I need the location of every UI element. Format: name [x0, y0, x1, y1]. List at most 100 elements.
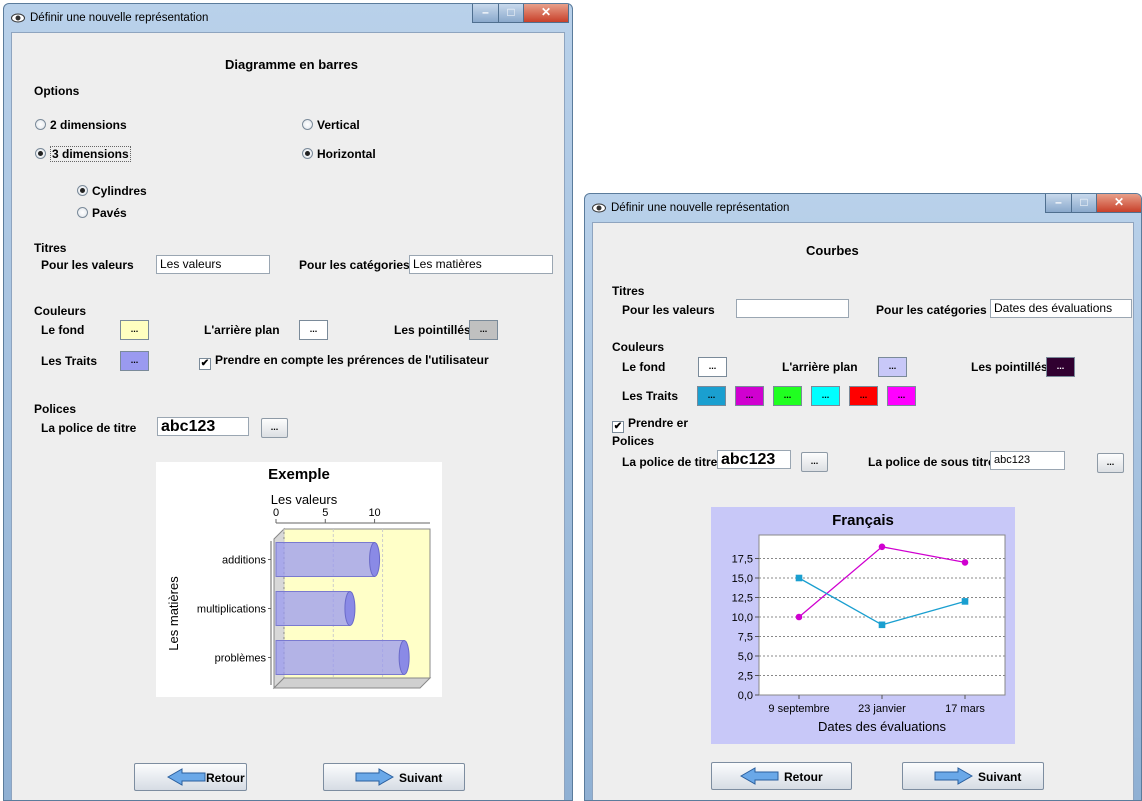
x-axis-label: Dates des évaluations: [818, 719, 946, 734]
y-axis-label: Les matières: [166, 576, 181, 651]
radio-icon[interactable]: [35, 119, 46, 130]
trait-color-3-button[interactable]: ...: [773, 386, 802, 406]
radio-vertical[interactable]: Vertical: [302, 118, 360, 132]
preferences-checkbox[interactable]: ✔ Prendre en compte les prérences de l'ut…: [199, 353, 489, 370]
y-tick-label: 0,0: [738, 690, 753, 702]
pointilles-color-button[interactable]: ...: [469, 320, 498, 340]
eye-icon: [592, 203, 606, 213]
le-fond-label: Le fond: [41, 323, 85, 337]
right-window-title: Définir une nouvelle représentation: [611, 202, 790, 214]
radio-icon[interactable]: [77, 207, 88, 218]
le-fond-label: Le fond: [622, 360, 666, 374]
les-traits-label: Les Traits: [622, 389, 679, 403]
x-tick-label: 23 janvier: [858, 703, 906, 715]
y-tick-label: 5,0: [738, 651, 753, 663]
x-axis-label: Les valeurs: [271, 492, 338, 507]
radio-paves[interactable]: Pavés: [77, 206, 127, 220]
maximize-button[interactable]: □: [498, 4, 524, 23]
x-tick-label: 10: [368, 507, 380, 519]
titres-label: Titres: [612, 284, 645, 298]
les-traits-label: Les Traits: [41, 354, 98, 368]
polices-label: Polices: [612, 434, 655, 448]
trait-color-1-button[interactable]: ...: [697, 386, 726, 406]
right-window: Définir une nouvelle représentation – □ …: [584, 193, 1142, 801]
arriere-color-button[interactable]: ...: [299, 320, 328, 340]
y-tick-label: multiplications: [197, 604, 267, 616]
data-point: [795, 613, 803, 621]
police-sous-titre-input[interactable]: abc123: [990, 451, 1065, 470]
trait-color-5-button[interactable]: ...: [849, 386, 878, 406]
trait-color-6-button[interactable]: ...: [887, 386, 916, 406]
close-button[interactable]: ✕: [523, 4, 569, 23]
chart-type-heading: Courbes: [806, 243, 859, 258]
left-title-bar: Définir une nouvelle représentation – □ …: [4, 4, 572, 32]
radio-selected-icon[interactable]: [35, 148, 46, 159]
categories-title-input[interactable]: Les matières: [409, 255, 553, 274]
police-sous-titre-button[interactable]: ...: [1097, 453, 1124, 473]
radio-cylindres[interactable]: Cylindres: [77, 184, 147, 198]
radio-icon[interactable]: [302, 119, 313, 130]
retour-button[interactable]: Retour: [711, 762, 852, 790]
x-tick-label: 9 septembre: [768, 703, 829, 715]
radio-2d[interactable]: 2 dimensions: [35, 118, 127, 132]
radio-selected-icon[interactable]: [77, 185, 88, 196]
radio-3d[interactable]: 3 dimensions: [35, 146, 131, 162]
valeurs-title-input[interactable]: [736, 299, 849, 318]
valeurs-title-input[interactable]: Les valeurs: [156, 255, 270, 274]
chart-title: Français: [832, 512, 894, 529]
police-titre-input[interactable]: abc123: [157, 417, 249, 436]
police-titre-input[interactable]: abc123: [717, 450, 791, 469]
police-sous-titre-label: La police de sous titre: [868, 455, 995, 469]
left-window-body: Diagramme en barres Options 2 dimensions…: [11, 32, 565, 800]
bar-cap: [398, 640, 410, 675]
preferences-checkbox[interactable]: ✔ Prendre er: [612, 416, 688, 433]
pointilles-label: Les pointillés: [971, 360, 1048, 374]
minimize-button[interactable]: –: [1045, 194, 1072, 213]
police-titre-button[interactable]: ...: [801, 452, 828, 472]
bar: [275, 591, 351, 626]
data-point: [878, 543, 886, 551]
radio-horizontal[interactable]: Horizontal: [302, 147, 376, 161]
checkbox-checked-icon[interactable]: ✔: [612, 421, 624, 433]
bar-cap: [344, 591, 356, 626]
right-title-bar: Définir une nouvelle représentation – □ …: [585, 194, 1141, 222]
radio-selected-icon[interactable]: [302, 148, 313, 159]
arriere-plan-label: L'arrière plan: [782, 360, 858, 374]
eye-icon: [11, 13, 25, 23]
pour-categories-label: Pour les catégories: [876, 303, 987, 317]
chart-type-heading: Diagramme en barres: [225, 57, 358, 72]
left-window-title: Définir une nouvelle représentation: [30, 12, 209, 24]
bar-chart-preview: Exemple Les valeurs0 5 10 Les matières additi…: [156, 462, 442, 697]
arriere-plan-label: L'arrière plan: [204, 323, 280, 337]
trait-color-4-button[interactable]: ...: [811, 386, 840, 406]
left-window: Définir une nouvelle représentation – □ …: [3, 3, 573, 801]
minimize-button[interactable]: –: [472, 4, 499, 23]
bar: [275, 640, 405, 675]
data-point: [961, 598, 969, 605]
y-tick-label: 2,5: [738, 671, 753, 683]
y-tick-label: 7,5: [738, 632, 753, 644]
maximize-button[interactable]: □: [1071, 194, 1097, 213]
suivant-button[interactable]: Suivant: [323, 763, 465, 791]
checkbox-checked-icon[interactable]: ✔: [199, 358, 211, 370]
categories-title-input[interactable]: Dates des évaluations: [990, 299, 1132, 318]
trait-color-2-button[interactable]: ...: [735, 386, 764, 406]
traits-color-button[interactable]: ...: [120, 351, 149, 371]
retour-button[interactable]: Retour: [134, 763, 247, 791]
x-tick-label: 17 mars: [945, 703, 985, 715]
line-chart-preview: Français 0,0 2,5 5,0 7,5 10,0 12,5 15,0 17,5 9 se…: [711, 507, 1015, 744]
close-button[interactable]: ✕: [1096, 194, 1141, 213]
y-tick-label: problèmes: [215, 653, 267, 665]
pour-categories-label: Pour les catégories: [299, 258, 410, 272]
fond-color-button[interactable]: ...: [698, 357, 727, 377]
suivant-button[interactable]: Suivant: [902, 762, 1044, 790]
arriere-color-button[interactable]: ...: [878, 357, 907, 377]
pointilles-color-button[interactable]: ...: [1046, 357, 1075, 377]
police-titre-label: La police de titre: [622, 455, 718, 469]
fond-color-button[interactable]: ...: [120, 320, 149, 340]
police-titre-button[interactable]: ...: [261, 418, 288, 438]
y-tick-label: 10,0: [732, 612, 753, 624]
x-tick-label: 0: [273, 507, 279, 519]
data-point: [961, 559, 969, 566]
police-titre-label: La police de titre: [41, 421, 137, 435]
